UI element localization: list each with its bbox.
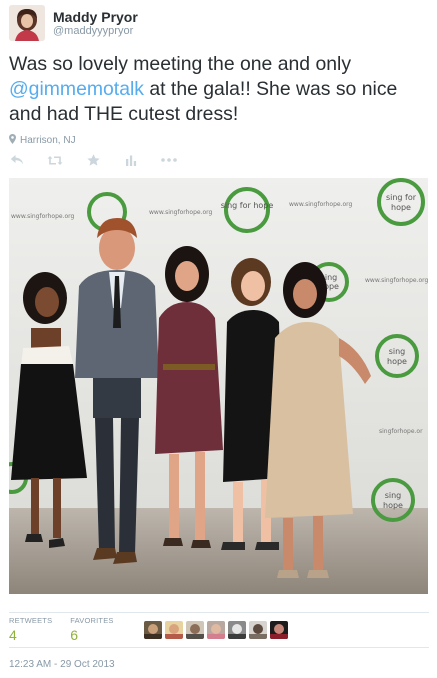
retweet-icon[interactable] — [47, 152, 63, 168]
tweet-photo[interactable]: www.singforhope.org www.singforhope.org … — [9, 178, 428, 594]
svg-text:sing: sing — [389, 347, 406, 356]
mention-link[interactable]: @gimmemotalk — [9, 78, 144, 100]
avatar[interactable] — [143, 621, 162, 639]
stats-bar-icon[interactable] — [123, 152, 139, 168]
avatar[interactable] — [9, 5, 45, 41]
svg-text:sing: sing — [385, 491, 402, 500]
svg-text:www.singforhope.org: www.singforhope.org — [289, 201, 353, 208]
user-names: Maddy Pryor @maddyyypryor — [53, 9, 138, 38]
avatar[interactable] — [206, 621, 225, 639]
svg-text:hope: hope — [387, 357, 407, 366]
backdrop-logo-text: sing for hope — [221, 201, 274, 210]
map-pin-icon — [9, 134, 16, 147]
retweets-stat[interactable]: RETWEETS 4 — [9, 617, 52, 643]
favorites-label: FAVORITES — [70, 616, 114, 626]
svg-text:www.singforhope.org: www.singforhope.org — [365, 277, 428, 284]
reply-icon[interactable] — [9, 152, 25, 168]
tweet-text: Was so lovely meeting the one and only @… — [9, 52, 429, 127]
tweet-text-before: Was so lovely meeting the one and only — [9, 53, 352, 75]
svg-text:hope: hope — [391, 203, 411, 212]
location-label: Harrison, NJ — [20, 135, 76, 146]
tweet-header: Maddy Pryor @maddyyypryor — [9, 5, 138, 43]
svg-text:singforhope.or: singforhope.or — [379, 428, 423, 435]
svg-text:hope: hope — [383, 501, 403, 510]
retweets-label: RETWEETS — [9, 616, 53, 626]
favorite-star-icon[interactable] — [85, 152, 101, 168]
favorites-count: 6 — [70, 627, 79, 644]
tweet-actions — [9, 152, 199, 168]
avatar[interactable] — [248, 621, 267, 639]
tweet-location[interactable]: Harrison, NJ — [9, 134, 76, 147]
tweet-timestamp[interactable]: 12:23 AM - 29 Oct 2013 — [9, 659, 115, 670]
retweets-count: 4 — [9, 627, 17, 644]
avatar[interactable] — [269, 621, 288, 639]
favoriters-avatars — [143, 621, 288, 639]
user-full-name[interactable]: Maddy Pryor — [53, 9, 138, 25]
avatar[interactable] — [185, 621, 204, 639]
more-ellipsis-icon[interactable] — [161, 152, 177, 168]
svg-text:sing for: sing for — [386, 193, 417, 202]
backdrop-url-text: www.singforhope.org — [11, 213, 75, 220]
user-handle[interactable]: @maddyyypryor — [53, 25, 138, 38]
avatar[interactable] — [164, 621, 183, 639]
svg-text:www.singforhope.org: www.singforhope.org — [149, 209, 213, 216]
tweet-stats: RETWEETS 4 FAVORITES 6 — [9, 612, 429, 648]
favorites-stat[interactable]: FAVORITES 6 — [70, 617, 113, 643]
avatar[interactable] — [227, 621, 246, 639]
